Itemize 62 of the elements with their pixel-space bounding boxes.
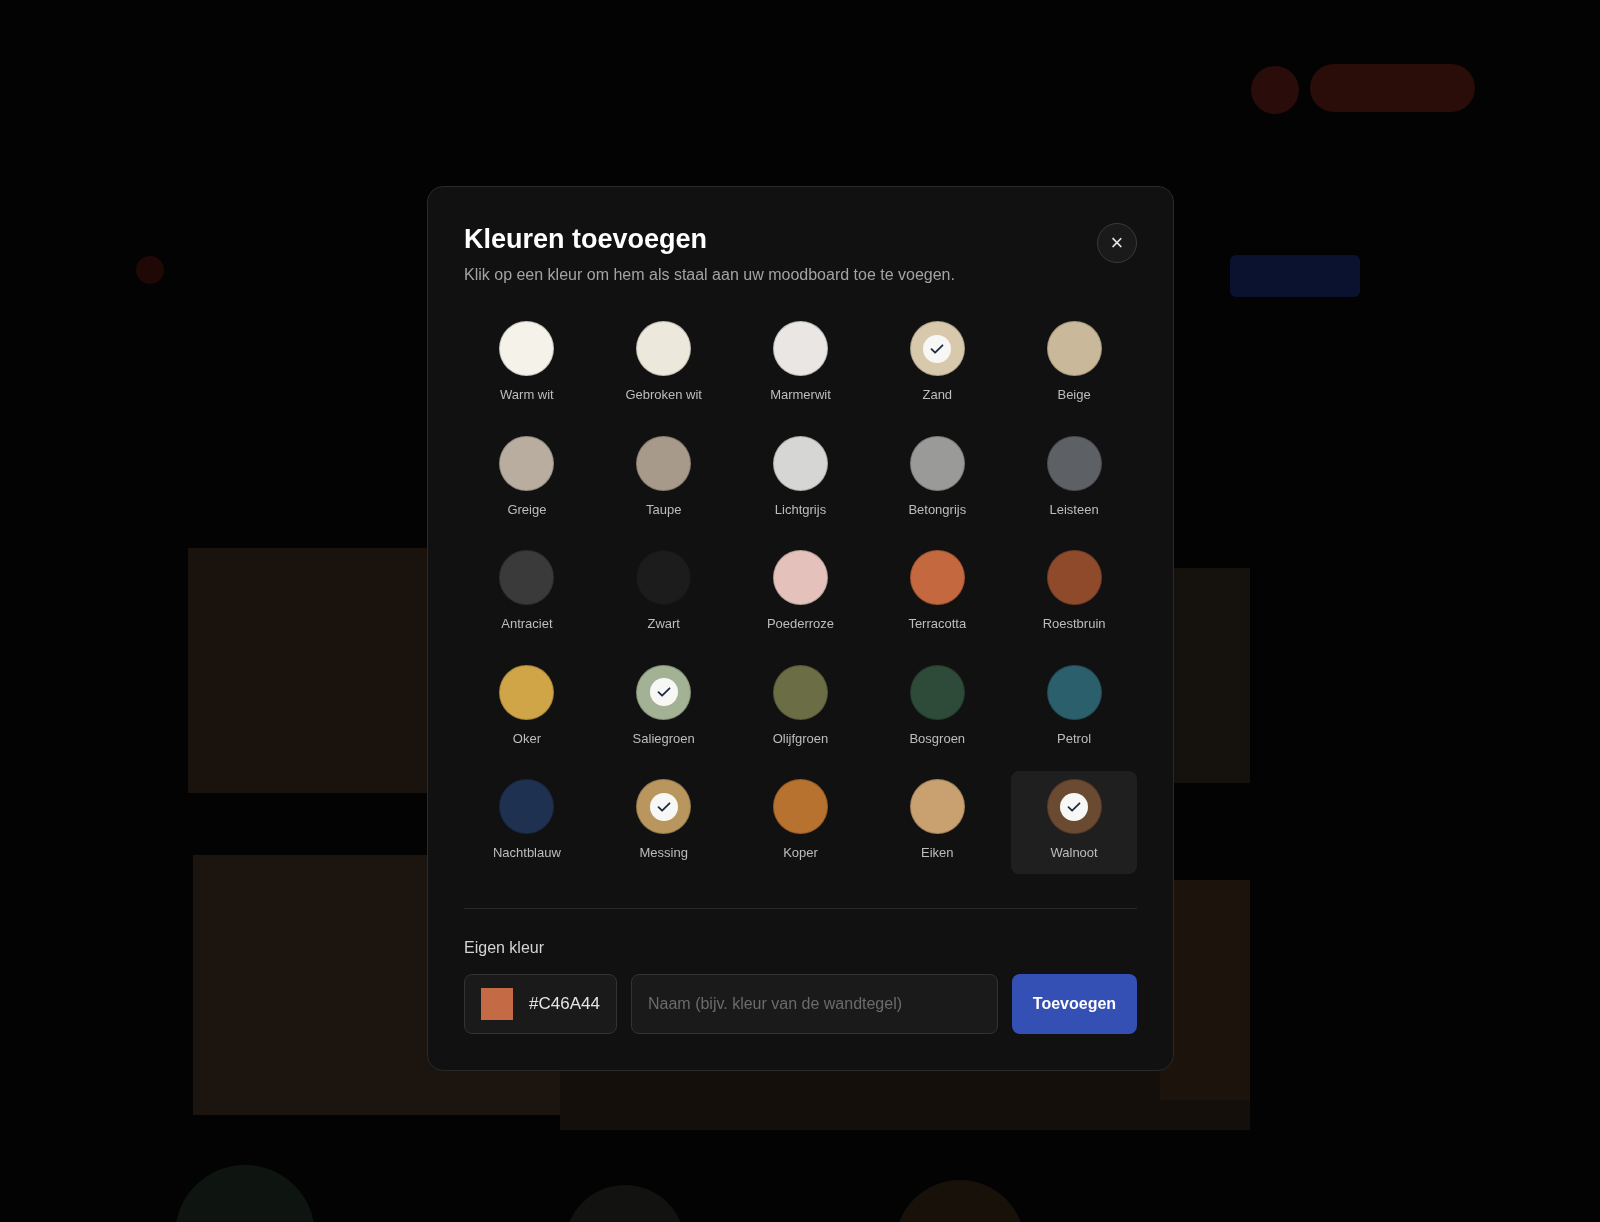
dialog-title: Kleuren toevoegen bbox=[464, 223, 709, 255]
color-name: Marmerwit bbox=[770, 386, 831, 404]
color-name: Petrol bbox=[1057, 729, 1092, 748]
color-swatch-option[interactable]: Marmerwit bbox=[737, 313, 864, 416]
color-swatch-option[interactable]: Nachtblauw bbox=[464, 771, 590, 874]
name-input-field[interactable]: Naam (bijv. kleur van de wandtegel) bbox=[631, 973, 998, 1034]
color-name: Terracotta bbox=[908, 615, 967, 633]
checkmark-icon bbox=[1060, 792, 1089, 821]
color-swatch-option[interactable]: Roestbruin bbox=[1011, 542, 1137, 645]
color-swatch-option[interactable]: Saliegroen bbox=[600, 656, 727, 759]
color-name: Betongrijs bbox=[908, 500, 967, 519]
color-swatch-option[interactable]: Beige bbox=[1011, 313, 1137, 416]
color-swatch-option[interactable]: Zwart bbox=[600, 542, 727, 645]
color-swatch-option[interactable]: Walnoot bbox=[1011, 771, 1137, 874]
color-name: Eiken bbox=[921, 844, 954, 862]
color-swatch-option[interactable]: Taupe bbox=[600, 427, 727, 530]
checkmark-icon bbox=[649, 678, 678, 706]
color-swatch-option[interactable]: Koper bbox=[737, 771, 864, 874]
color-swatch-option[interactable]: Lichtgrijs bbox=[737, 427, 864, 530]
color-swatch-option[interactable]: Messing bbox=[600, 771, 727, 874]
color-name: Zwart bbox=[647, 615, 680, 633]
dialog-subtitle: Klik op een kleur om hem als staal aan uw moodboard toe te voegen. bbox=[464, 265, 955, 285]
color-picker-field[interactable]: #C46A44 bbox=[464, 973, 617, 1034]
color-swatch-option[interactable]: Petrol bbox=[1011, 656, 1137, 759]
color-name: Warm wit bbox=[500, 386, 554, 404]
color-name: Bosgroen bbox=[909, 729, 966, 748]
hex-value: #C46A44 bbox=[529, 992, 600, 1015]
color-name: Roestbruin bbox=[1042, 615, 1106, 633]
color-name: Beige bbox=[1057, 386, 1091, 404]
color-swatch-option[interactable]: Zand bbox=[874, 313, 1001, 416]
color-swatch-option[interactable]: Oker bbox=[464, 656, 590, 759]
close-button[interactable]: × bbox=[1097, 223, 1137, 263]
color-name: Walnoot bbox=[1050, 844, 1098, 862]
color-name: Gebroken wit bbox=[625, 386, 702, 404]
color-swatch-option[interactable]: Leisteen bbox=[1011, 427, 1137, 530]
color-swatch-option[interactable]: Warm wit bbox=[464, 313, 590, 416]
color-swatch-option[interactable]: Greige bbox=[464, 427, 590, 530]
color-name: Greige bbox=[507, 500, 547, 519]
checkmark-icon bbox=[649, 792, 678, 821]
color-name: Leisteen bbox=[1049, 500, 1099, 519]
custom-color-label: Eigen kleur bbox=[464, 937, 546, 958]
color-swatch-option[interactable]: Olijfgroen bbox=[737, 656, 864, 759]
color-swatch-option[interactable]: Bosgroen bbox=[874, 656, 1001, 759]
color-name: Koper bbox=[783, 844, 818, 862]
color-name: Olijfgroen bbox=[772, 729, 829, 748]
color-name: Messing bbox=[639, 844, 688, 862]
color-swatch-option[interactable]: Gebroken wit bbox=[600, 313, 727, 416]
color-swatch-option[interactable]: Poederroze bbox=[737, 542, 864, 645]
add-button[interactable]: Toevoegen bbox=[1012, 973, 1137, 1034]
color-name: Zand bbox=[922, 386, 953, 404]
color-name: Taupe bbox=[646, 500, 682, 519]
color-name: Poederroze bbox=[766, 615, 835, 633]
checkmark-icon bbox=[923, 334, 952, 363]
color-name: Lichtgrijs bbox=[774, 500, 827, 519]
color-name: Oker bbox=[512, 729, 541, 748]
color-swatch-option[interactable]: Betongrijs bbox=[874, 427, 1001, 530]
color-swatch-option[interactable]: Antraciet bbox=[464, 542, 590, 645]
color-name: Saliegroen bbox=[632, 729, 695, 748]
color-swatch-option[interactable]: Terracotta bbox=[874, 542, 1001, 645]
color-swatch-option[interactable]: Eiken bbox=[874, 771, 1001, 874]
color-name: Nachtblauw bbox=[492, 844, 561, 862]
color-name: Antraciet bbox=[501, 615, 553, 633]
